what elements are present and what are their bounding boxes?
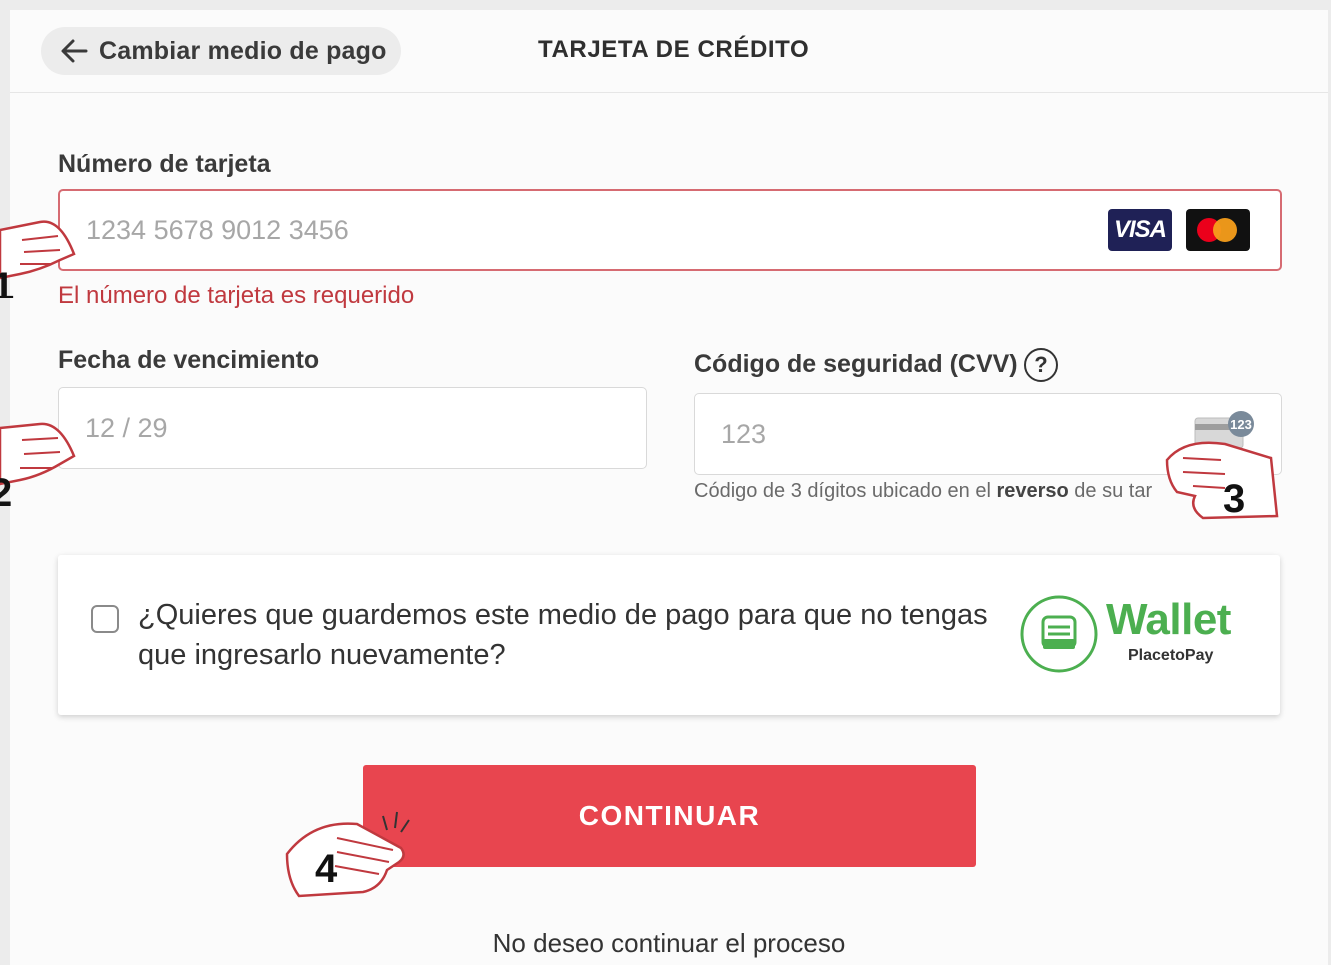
- card-number-input[interactable]: [84, 213, 1280, 247]
- continue-button[interactable]: CONTINUAR: [363, 765, 976, 867]
- pointing-hand-icon: 4: [285, 811, 410, 898]
- visa-logo: VISA: [1108, 209, 1172, 251]
- payment-card: Cambiar medio de pago TARJETA DE CRÉDITO…: [10, 10, 1328, 965]
- step-number-2: 2: [0, 471, 12, 508]
- svg-text:123: 123: [1230, 417, 1252, 432]
- pointing-hand-icon: 3: [1165, 441, 1279, 521]
- cancel-process-link[interactable]: No deseo continuar el proceso: [10, 928, 1328, 959]
- header: Cambiar medio de pago TARJETA DE CRÉDITO: [10, 10, 1328, 93]
- expiry-field[interactable]: [58, 387, 647, 469]
- card-number-label: Número de tarjeta: [58, 150, 271, 178]
- save-payment-checkbox[interactable]: [91, 605, 119, 633]
- wallet-icon: [1020, 595, 1098, 673]
- cvv-label: Código de seguridad (CVV): [694, 350, 1018, 378]
- cvv-hint: Código de 3 dígitos ubicado en el revers…: [694, 480, 1153, 502]
- arrow-left-icon: [61, 39, 88, 63]
- page-title: TARJETA DE CRÉDITO: [538, 36, 810, 63]
- expiry-input[interactable]: [83, 411, 646, 445]
- wallet-logo-title: Wallet: [1106, 595, 1231, 644]
- save-payment-method-box: ¿Quieres que guardemos este medio de pag…: [58, 555, 1280, 715]
- card-number-field[interactable]: VISA: [58, 189, 1282, 271]
- wallet-logo-subtitle: PlacetoPay: [1128, 647, 1214, 664]
- expiry-label: Fecha de vencimiento: [58, 346, 320, 374]
- card-number-error: El número de tarjeta es requerido: [58, 282, 415, 309]
- save-payment-text: ¿Quieres que guardemos este medio de pag…: [138, 599, 988, 671]
- change-payment-method-button[interactable]: Cambiar medio de pago: [41, 27, 401, 75]
- step-number-3: 3: [1223, 477, 1245, 521]
- pointing-hand-icon: 2: [0, 422, 76, 508]
- pointing-hand-icon: 1: [0, 220, 76, 298]
- step-number-1: 1: [0, 265, 14, 298]
- back-button-label: Cambiar medio de pago: [99, 36, 387, 65]
- help-icon[interactable]: ?: [1024, 348, 1058, 382]
- step-number-4: 4: [315, 847, 338, 891]
- mastercard-logo: [1186, 209, 1250, 251]
- wallet-logo: Wallet PlacetoPay: [1018, 593, 1258, 679]
